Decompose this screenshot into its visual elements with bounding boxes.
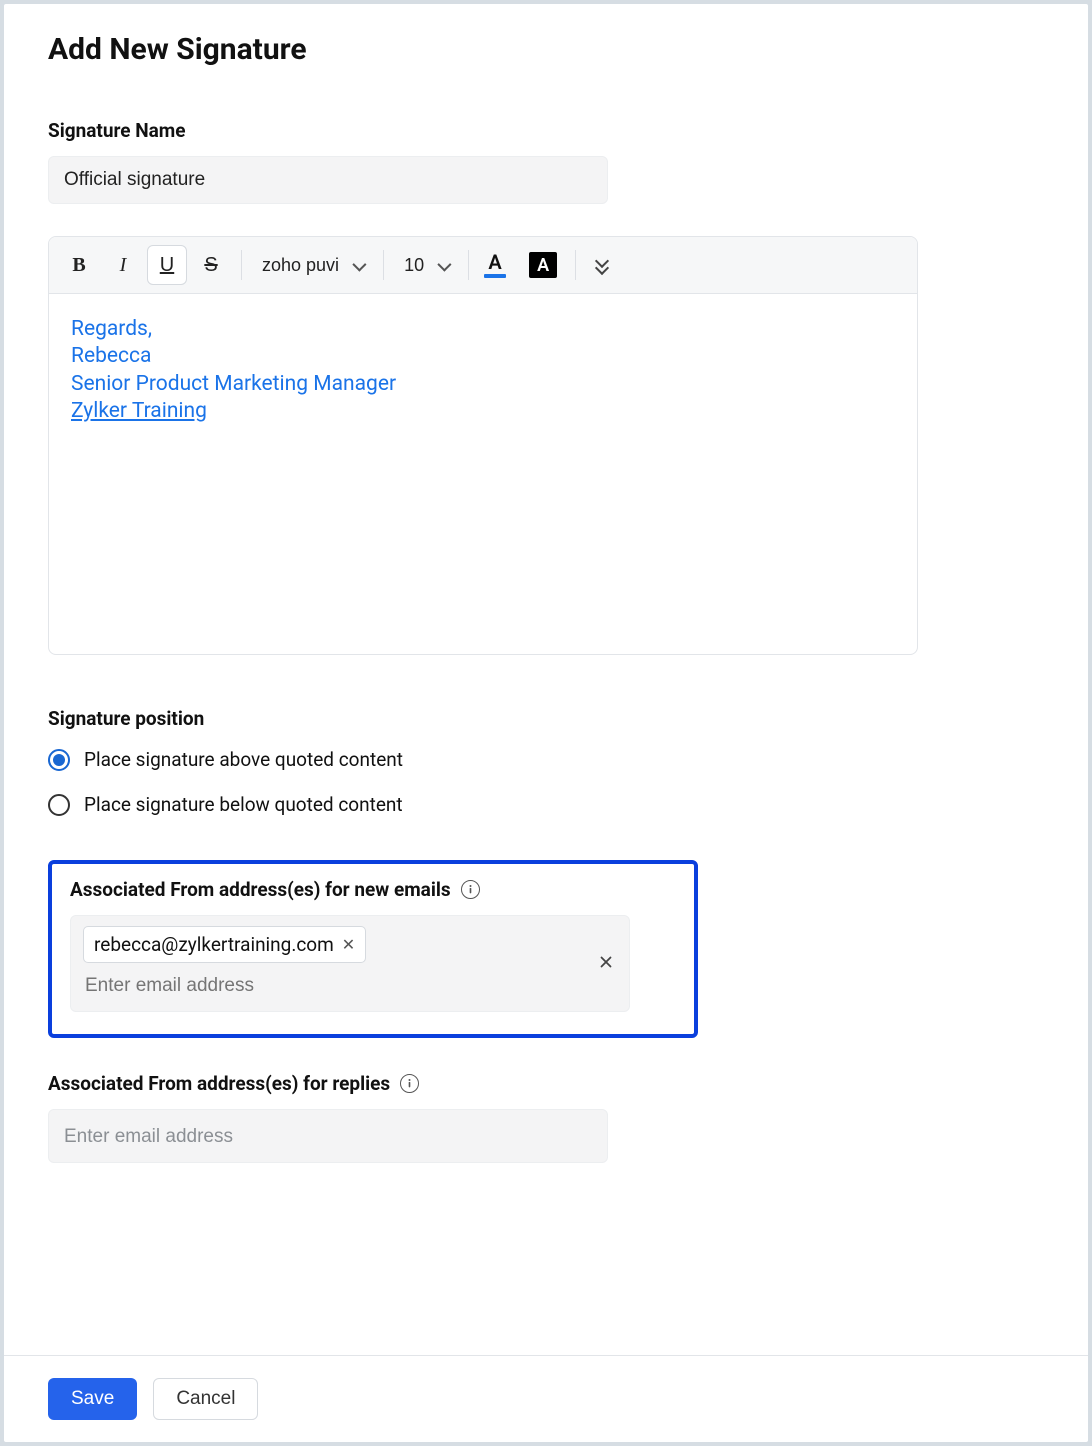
assoc-new-input[interactable]: rebecca@zylkertraining.com ✕ <box>70 915 630 1012</box>
font-color-icon: A <box>488 252 501 272</box>
cancel-button[interactable]: Cancel <box>153 1378 258 1420</box>
email-chip: rebecca@zylkertraining.com ✕ <box>83 926 366 963</box>
signature-line: Rebecca <box>71 343 895 370</box>
assoc-reply-input[interactable] <box>48 1109 608 1163</box>
more-tools-button[interactable] <box>586 247 618 283</box>
signature-name-input[interactable] <box>48 156 608 204</box>
toolbar-separator <box>468 250 469 280</box>
bold-button[interactable]: B <box>59 245 99 285</box>
assoc-reply-text-input[interactable] <box>64 1126 592 1148</box>
italic-button[interactable]: I <box>103 245 143 285</box>
signature-link[interactable]: Zylker Training <box>71 399 207 423</box>
toolbar-separator <box>241 250 242 280</box>
font-color-swatch <box>484 274 506 278</box>
signature-line: Senior Product Marketing Manager <box>71 371 895 398</box>
signature-name-label: Signature Name <box>48 119 1044 142</box>
font-color-button[interactable]: A <box>479 247 511 283</box>
dialog-footer: Save Cancel <box>4 1355 1088 1442</box>
font-size-select[interactable]: 10 <box>394 249 458 282</box>
assoc-new-text-input[interactable] <box>83 971 585 1001</box>
radio-label: Place signature below quoted content <box>84 793 403 816</box>
highlight-color-button[interactable]: A <box>529 252 557 278</box>
toolbar-separator <box>575 250 576 280</box>
radio-button-icon <box>48 749 70 771</box>
toolbar-separator <box>383 250 384 280</box>
font-size-value: 10 <box>404 255 424 276</box>
editor-toolbar: B I U S zoho puvi 10 A <box>49 237 917 294</box>
signature-position-label: Signature position <box>48 707 1044 730</box>
signature-dialog: Add New Signature Signature Name B I U S… <box>4 4 1088 1442</box>
associated-from-replies-section: Associated From address(es) for replies <box>48 1072 1044 1163</box>
chevron-down-icon <box>432 255 448 276</box>
assoc-new-label: Associated From address(es) for new emai… <box>70 878 451 901</box>
underline-button[interactable]: U <box>147 245 187 285</box>
associated-from-new-section: Associated From address(es) for new emai… <box>48 860 698 1038</box>
assoc-reply-label-row: Associated From address(es) for replies <box>48 1072 1044 1095</box>
info-icon[interactable] <box>461 880 480 899</box>
signature-position-section: Signature position Place signature above… <box>48 707 1044 816</box>
info-icon[interactable] <box>400 1074 419 1093</box>
dialog-content: Add New Signature Signature Name B I U S… <box>4 4 1088 1163</box>
radio-button-icon <box>48 794 70 816</box>
assoc-new-label-row: Associated From address(es) for new emai… <box>70 878 676 901</box>
chip-remove-icon[interactable]: ✕ <box>342 935 355 954</box>
strikethrough-button[interactable]: S <box>191 245 231 285</box>
font-family-select[interactable]: zoho puvi <box>252 249 373 282</box>
signature-line: Regards, <box>71 316 895 343</box>
save-button[interactable]: Save <box>48 1378 137 1420</box>
page-title: Add New Signature <box>48 32 1044 67</box>
editor-body[interactable]: Regards, Rebecca Senior Product Marketin… <box>49 294 917 654</box>
clear-all-button[interactable] <box>597 953 615 975</box>
signature-editor: B I U S zoho puvi 10 A <box>48 236 918 655</box>
double-chevron-down-icon <box>595 257 609 273</box>
assoc-reply-label: Associated From address(es) for replies <box>48 1072 390 1095</box>
chip-text: rebecca@zylkertraining.com <box>94 933 334 956</box>
radio-below-quoted[interactable]: Place signature below quoted content <box>48 793 1044 816</box>
radio-label: Place signature above quoted content <box>84 748 403 771</box>
font-family-value: zoho puvi <box>262 255 339 276</box>
radio-above-quoted[interactable]: Place signature above quoted content <box>48 748 1044 771</box>
chevron-down-icon <box>347 255 363 276</box>
